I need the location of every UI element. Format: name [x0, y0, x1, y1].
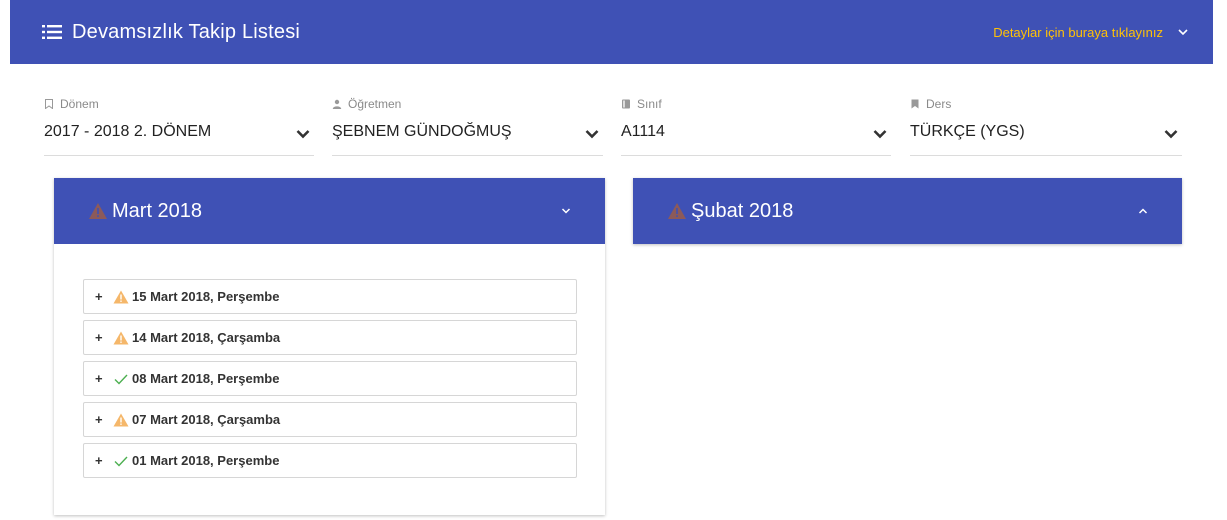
- page-title: Devamsızlık Takip Listesi: [72, 20, 301, 43]
- app-toolbar: Devamsızlık Takip Listesi Detaylar için …: [10, 0, 1213, 64]
- course-select[interactable]: Ders TÜRKÇE (YGS): [910, 96, 1182, 156]
- day-label: 07 Mart 2018, Çarşamba: [132, 412, 281, 427]
- filter-bar: Dönem 2017 - 2018 2. DÖNEM Öğretmen ŞEBN…: [44, 96, 1182, 156]
- chevron-down-icon: [873, 129, 887, 139]
- expand-icon: +: [95, 412, 103, 427]
- expand-icon: +: [95, 371, 103, 386]
- details-link[interactable]: Detaylar için buraya tıklayınız: [993, 25, 1189, 40]
- expand-icon: +: [95, 289, 103, 304]
- chevron-down-icon: [585, 129, 599, 139]
- day-list: + 15 Mart 2018, Perşembe + 14 Mart 2018,…: [54, 244, 605, 478]
- bookmark-icon: [910, 99, 920, 109]
- person-icon: [332, 99, 342, 109]
- class-value: A1114: [621, 123, 665, 140]
- warning-icon: [113, 413, 129, 427]
- course-value: TÜRKÇE (YGS): [910, 123, 1025, 140]
- teacher-label: Öğretmen: [348, 97, 402, 111]
- list-icon[interactable]: [40, 20, 64, 44]
- class-select[interactable]: Sınıf A1114: [621, 96, 891, 156]
- warning-icon: [113, 331, 129, 345]
- bookmark-outline-icon: [44, 99, 54, 109]
- chevron-down-icon: [1177, 26, 1189, 38]
- period-select[interactable]: Dönem 2017 - 2018 2. DÖNEM: [44, 96, 314, 156]
- day-label: 08 Mart 2018, Perşembe: [132, 371, 280, 386]
- month-title: Mart 2018: [112, 199, 203, 222]
- period-value: 2017 - 2018 2. DÖNEM: [44, 123, 212, 140]
- expand-icon: +: [95, 330, 103, 345]
- day-item[interactable]: + 07 Mart 2018, Çarşamba: [83, 402, 577, 437]
- month-panel-header[interactable]: Mart 2018: [54, 178, 605, 244]
- period-label: Dönem: [60, 97, 99, 111]
- check-icon: [113, 454, 129, 468]
- expand-icon: +: [95, 453, 103, 468]
- month-title: Şubat 2018: [691, 199, 794, 222]
- book-icon: [621, 99, 631, 109]
- chevron-down-icon: [561, 207, 571, 215]
- details-link-label: Detaylar için buraya tıklayınız: [993, 24, 1163, 40]
- check-icon: [113, 372, 129, 386]
- day-label: 14 Mart 2018, Çarşamba: [132, 330, 281, 345]
- day-label: 15 Mart 2018, Perşembe: [132, 289, 280, 304]
- teacher-value: ŞEBNEM GÜNDOĞMUŞ: [332, 123, 512, 140]
- class-label: Sınıf: [637, 97, 662, 111]
- day-label: 01 Mart 2018, Perşembe: [132, 453, 280, 468]
- day-item[interactable]: + 08 Mart 2018, Perşembe: [83, 361, 577, 396]
- chevron-down-icon: [296, 129, 310, 139]
- chevron-down-icon: [1164, 129, 1178, 139]
- course-label: Ders: [926, 97, 952, 111]
- warning-icon: [113, 290, 129, 304]
- day-item[interactable]: + 15 Mart 2018, Perşembe: [83, 279, 577, 314]
- teacher-select[interactable]: Öğretmen ŞEBNEM GÜNDOĞMUŞ: [332, 96, 603, 156]
- month-panel-header[interactable]: Şubat 2018: [633, 178, 1182, 244]
- month-panel-march: Mart 2018 + 15 Mart 2018, Perşembe + 14 …: [54, 178, 605, 515]
- day-item[interactable]: + 01 Mart 2018, Perşembe: [83, 443, 577, 478]
- chevron-up-icon: [1138, 207, 1148, 215]
- warning-icon: [88, 202, 108, 220]
- month-panel-february: Şubat 2018: [633, 178, 1182, 244]
- day-item[interactable]: + 14 Mart 2018, Çarşamba: [83, 320, 577, 355]
- warning-icon: [667, 202, 687, 220]
